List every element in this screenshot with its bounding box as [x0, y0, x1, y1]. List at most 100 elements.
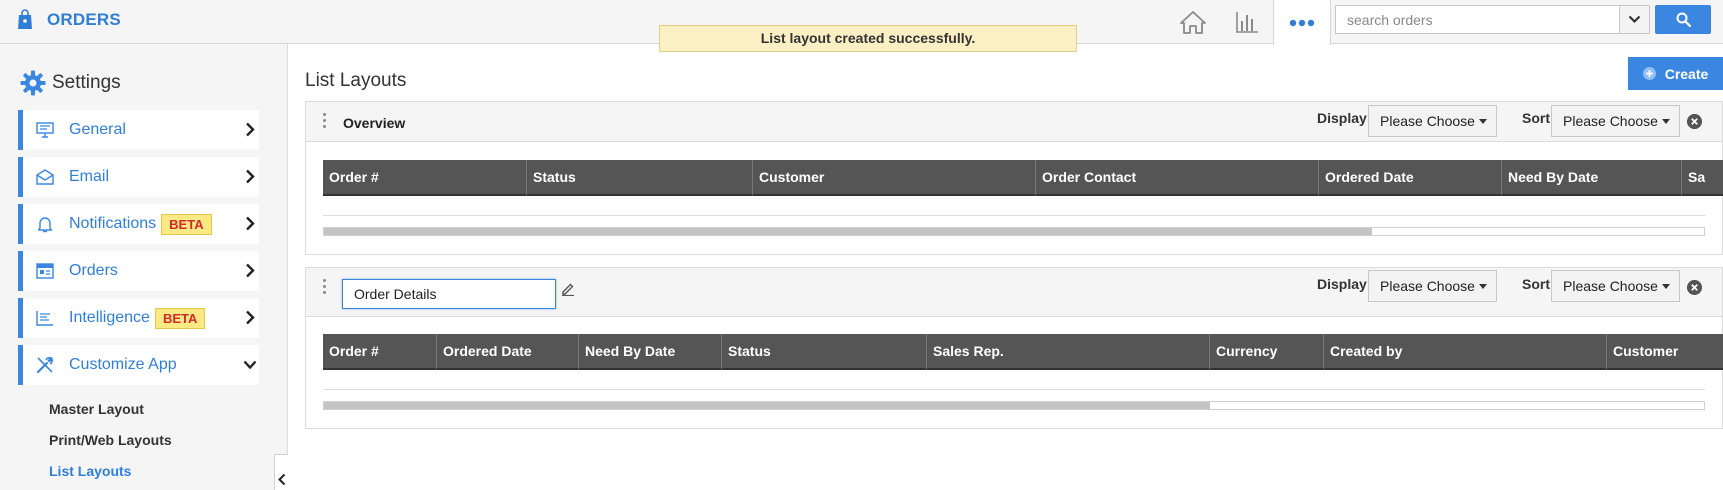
settings-title: Settings	[52, 72, 121, 93]
column-header[interactable]: Status	[722, 334, 927, 370]
caret-down-icon	[1479, 284, 1487, 289]
gear-icon	[20, 70, 46, 96]
layout-name[interactable]: Overview	[343, 115, 405, 131]
caret-down-icon	[1479, 119, 1487, 124]
layout-panel-header: Display Please Choose Sort Please Choose	[306, 268, 1722, 317]
grid-divider	[323, 215, 1705, 216]
report-icon	[36, 311, 53, 326]
caret-down-icon	[1662, 284, 1670, 289]
create-button[interactable]: Create	[1628, 57, 1723, 90]
caret-down-icon	[1662, 119, 1670, 124]
shopping-bag-icon	[18, 9, 32, 29]
sidebar-item-email[interactable]: Email	[18, 157, 259, 197]
monitor-icon	[36, 122, 54, 138]
grid-header: Order # Status Customer Order Contact Or…	[323, 160, 1723, 196]
sidebar-collapse-toggle[interactable]	[274, 454, 288, 490]
plus-circle-icon	[1642, 67, 1656, 80]
horizontal-scrollbar[interactable]	[323, 227, 1705, 236]
sidebar-item-label: Customize App	[69, 356, 177, 373]
home-icon	[1180, 11, 1206, 34]
column-header[interactable]: Order #	[323, 334, 437, 370]
sub-item-list-layouts[interactable]: List Layouts	[49, 463, 131, 479]
display-select[interactable]: Please Choose	[1368, 270, 1497, 302]
app-title[interactable]: ORDERS	[47, 10, 121, 30]
more-dots-icon	[1289, 19, 1315, 26]
chevron-right-icon	[246, 169, 255, 184]
drag-handle-icon[interactable]	[323, 279, 327, 297]
pencil-icon[interactable]	[561, 282, 575, 296]
sidebar-item-customize-app[interactable]: Customize App	[18, 345, 259, 385]
drag-handle-icon[interactable]	[323, 113, 327, 131]
scrollbar-thumb[interactable]	[324, 402, 1210, 409]
beta-badge: BETA	[154, 307, 206, 329]
column-header[interactable]: Order #	[323, 160, 527, 196]
envelope-icon	[36, 169, 54, 185]
sidebar-item-label: Email	[69, 168, 110, 185]
column-header[interactable]: Customer	[1607, 334, 1723, 370]
search-button[interactable]	[1655, 5, 1711, 34]
more-button[interactable]	[1273, 0, 1331, 45]
success-toast: List layout created successfully.	[659, 25, 1077, 52]
column-header[interactable]: Sales Rep.	[927, 334, 1210, 370]
sidebar-item-notifications[interactable]: Notifications BETA	[18, 204, 259, 244]
close-icon[interactable]	[1687, 280, 1702, 295]
column-header[interactable]: Created by	[1324, 334, 1607, 370]
chevron-down-icon	[1628, 15, 1641, 24]
layout-panel-overview: Overview Display Please Choose Sort Plea…	[305, 101, 1723, 255]
column-header[interactable]: Ordered Date	[1319, 160, 1502, 196]
sub-item-print-web-layouts[interactable]: Print/Web Layouts	[49, 432, 172, 448]
sort-label: Sort	[1522, 110, 1550, 126]
grid-header: Order # Ordered Date Need By Date Status…	[323, 334, 1723, 370]
sort-label: Sort	[1522, 276, 1550, 292]
grid-divider	[323, 389, 1705, 390]
search-input[interactable]	[1336, 6, 1620, 33]
scrollbar-thumb[interactable]	[324, 228, 1372, 235]
column-header[interactable]: Need By Date	[1502, 160, 1682, 196]
layout-name-input[interactable]	[342, 279, 556, 309]
chevron-right-icon	[246, 216, 255, 231]
orders-icon	[36, 263, 54, 279]
sidebar-item-orders[interactable]: Orders	[18, 251, 259, 291]
display-label: Display	[1317, 110, 1367, 126]
reports-button[interactable]	[1220, 0, 1274, 44]
chevron-right-icon	[246, 310, 255, 325]
search-filter-dropdown[interactable]	[1620, 5, 1650, 34]
beta-badge: BETA	[161, 213, 212, 235]
layout-panel-order-details: Display Please Choose Sort Please Choose…	[305, 267, 1723, 429]
column-header[interactable]: Currency	[1210, 334, 1324, 370]
display-select[interactable]: Please Choose	[1368, 105, 1497, 137]
page-title: List Layouts	[305, 70, 407, 91]
chevron-right-icon	[246, 122, 255, 137]
horizontal-scrollbar[interactable]	[323, 401, 1705, 410]
settings-header: Settings	[20, 70, 121, 96]
create-label: Create	[1664, 65, 1709, 82]
sort-select[interactable]: Please Choose	[1551, 270, 1680, 302]
bar-chart-icon	[1236, 12, 1258, 33]
sidebar-item-label: Orders	[69, 262, 118, 279]
layout-panel-header: Overview Display Please Choose Sort Plea…	[306, 102, 1722, 142]
column-header[interactable]: Status	[527, 160, 753, 196]
search-icon	[1676, 12, 1691, 27]
column-header[interactable]: Customer	[753, 160, 1036, 196]
search-box	[1335, 5, 1620, 34]
sidebar-item-general[interactable]: General	[18, 110, 259, 150]
column-header[interactable]: Sa	[1682, 160, 1723, 196]
column-header[interactable]: Ordered Date	[437, 334, 579, 370]
chevron-down-icon	[243, 360, 257, 370]
settings-sidebar: Settings General Email Notifications BET…	[0, 44, 288, 490]
display-label: Display	[1317, 276, 1367, 292]
sort-select[interactable]: Please Choose	[1551, 105, 1680, 137]
sidebar-item-label: Notifications	[69, 215, 157, 232]
sidebar-item-label: Intelligence	[69, 309, 150, 326]
sidebar-item-label: General	[69, 121, 126, 138]
tools-icon	[36, 356, 54, 374]
sub-item-master-layout[interactable]: Master Layout	[49, 401, 144, 417]
home-button[interactable]	[1166, 0, 1220, 44]
chevron-left-icon	[277, 473, 285, 485]
chevron-right-icon	[246, 263, 255, 278]
column-header[interactable]: Need By Date	[579, 334, 722, 370]
bell-icon	[37, 216, 53, 232]
sidebar-item-intelligence[interactable]: Intelligence BETA	[18, 298, 259, 338]
column-header[interactable]: Order Contact	[1036, 160, 1319, 196]
close-icon[interactable]	[1687, 114, 1702, 129]
